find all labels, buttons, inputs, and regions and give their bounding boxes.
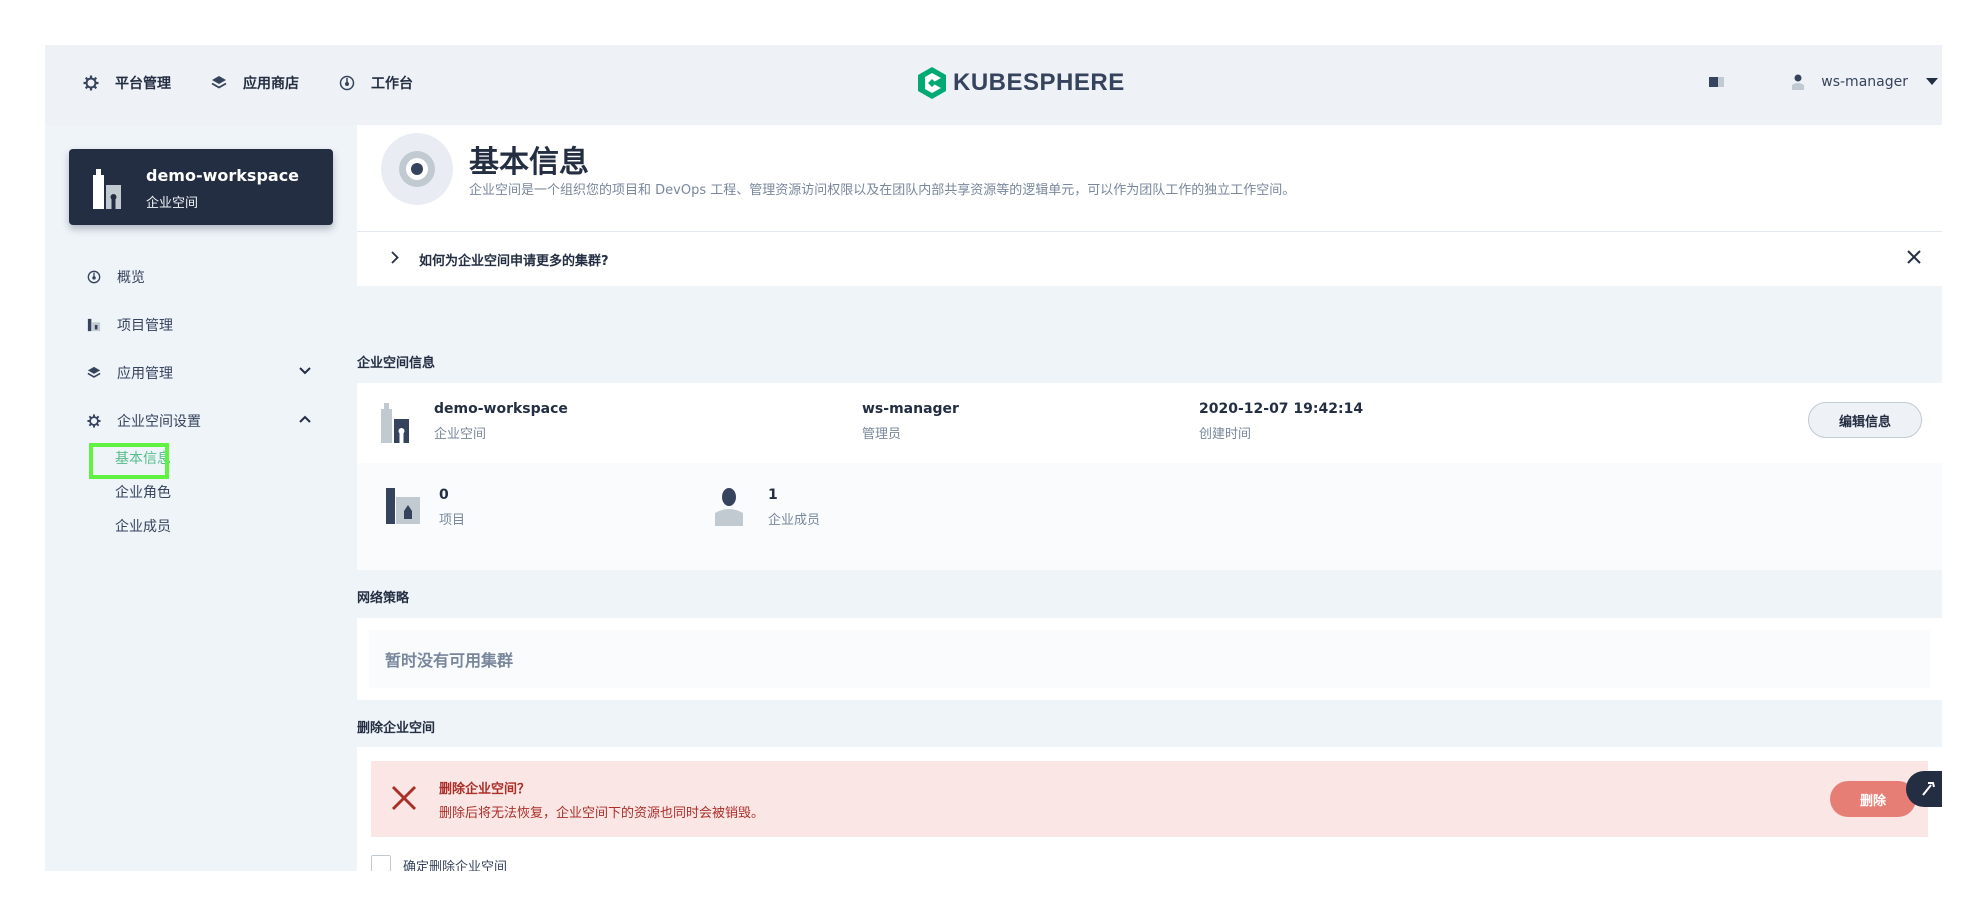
toolbox-button[interactable] [1906,771,1942,807]
created-cell: 2020-12-07 19:42:14 创建时间 [1199,401,1363,442]
settings-disc-icon [399,151,435,187]
caret-down-icon[interactable] [1926,78,1938,86]
tip-text: 如何为企业空间申请更多的集群? [419,254,609,269]
stat-members: 1 企业成员 [714,487,820,528]
sidebar-item-label: 应用管理 [117,366,173,382]
hammer-icon [1922,782,1935,796]
top-nav: 平台管理 应用商店 工作台 [83,73,453,93]
delete-button[interactable]: 删除 [1830,781,1916,817]
subitem-workspace-members[interactable]: 企业成员 [115,509,333,543]
stat-members-label: 企业成员 [768,513,821,528]
kubesphere-logo-icon [918,67,946,99]
network-policy-card: 暂时没有可用集群 [357,618,1942,700]
logo-text: KUBESPHERE [953,69,1125,96]
sidebar-item-overview[interactable]: 概览 [69,253,333,301]
subitem-workspace-roles[interactable]: 企业角色 [115,475,333,509]
info-created-time: 2020-12-07 19:42:14 [1199,401,1364,417]
workspace-name-cell: demo-workspace 企业空间 [434,401,568,442]
stat-projects: 0 项目 [385,487,465,528]
stat-projects-value: 0 [439,487,449,503]
nav-platform-management-label: 平台管理 [115,76,171,92]
delete-alert: 删除企业空间？ 删除后将无法恢复，企业空间下的资源也同时会被销毁。 删除 [371,761,1928,837]
page-header-icon-wrap [381,133,453,205]
delete-workspace-card: 删除企业空间？ 删除后将无法恢复，企业空间下的资源也同时会被销毁。 删除 确定删… [357,747,1942,871]
workspace-name: demo-workspace [146,166,300,185]
notification-icon[interactable] [1709,75,1725,89]
page-title: 基本信息 [469,145,589,180]
chevron-right-icon [391,251,399,264]
sidebar-nav: 概览 项目管理 应用管理 企业空间设置 基本信息 企业角色 企业成员 [69,253,333,543]
delete-alert-description: 删除后将无法恢复，企业空间下的资源也同时会被销毁。 [439,806,765,821]
info-manager-label: 管理员 [862,427,902,442]
sidebar-item-label: 项目管理 [117,318,173,334]
info-workspace-name: demo-workspace [434,401,568,417]
app-frame: 平台管理 应用商店 工作台 KUBESPHERE ws-manager demo… [45,45,1942,871]
user-name[interactable]: ws-manager [1821,74,1908,90]
network-section-heading: 网络策略 [357,591,410,606]
workspace-info-row: demo-workspace 企业空间 ws-manager 管理员 2020-… [357,383,1942,463]
delete-section-heading: 删除企业空间 [357,721,436,736]
info-section-heading: 企业空间信息 [357,356,436,371]
delete-alert-title: 删除企业空间？ [439,782,531,797]
gear-icon [83,75,99,91]
stat-members-value: 1 [768,487,778,503]
confirm-delete-label: 确定删除企业空间 [403,859,508,872]
highlight-box [89,443,169,479]
sidebar: demo-workspace 企业空间 概览 项目管理 应用管理 企业空间设置 [69,149,333,543]
info-manager: ws-manager [862,401,959,417]
error-x-icon [391,785,417,811]
workspace-info-card: demo-workspace 企业空间 ws-manager 管理员 2020-… [357,383,1942,570]
workspace-card[interactable]: demo-workspace 企业空间 [69,149,333,225]
edit-info-button[interactable]: 编辑信息 [1808,402,1922,438]
info-workspace-name-label: 企业空间 [434,427,487,442]
layers-icon [87,366,101,378]
project-icon [87,318,101,332]
top-right-tools: ws-manager [1709,73,1942,91]
confirm-delete-checkbox[interactable] [371,855,391,871]
workspace-icon [381,403,409,443]
manager-cell: ws-manager 管理员 [862,401,959,442]
network-empty-text: 暂时没有可用集群 [369,630,1930,688]
sidebar-item-projects[interactable]: 项目管理 [69,301,333,349]
member-icon [715,488,743,526]
layers-icon [211,76,227,89]
page-description: 企业空间是一个组织您的项目和 DevOps 工程、管理资源访问权限以及在团队内部… [469,183,1296,198]
close-icon[interactable] [1906,249,1922,265]
sidebar-item-workspace-settings[interactable]: 企业空间设置 [69,397,333,445]
nav-workbench[interactable]: 工作台 [339,73,413,93]
sidebar-item-label: 企业空间设置 [117,414,201,430]
sidebar-item-label: 概览 [117,270,145,286]
workspace-type: 企业空间 [146,196,199,211]
nav-app-store[interactable]: 应用商店 [211,73,299,93]
workspace-icon [93,169,121,209]
nav-workbench-label: 工作台 [371,76,413,92]
confirm-delete[interactable]: 确定删除企业空间 [371,855,507,871]
dashboard-icon [339,75,355,91]
user-icon [1792,74,1805,90]
top-bar: 平台管理 应用商店 工作台 KUBESPHERE ws-manager [45,45,1942,125]
info-created-label: 创建时间 [1199,427,1252,442]
nav-platform-management[interactable]: 平台管理 [83,73,171,93]
stat-projects-label: 项目 [439,513,466,528]
kubesphere-logo[interactable]: KUBESPHERE [917,67,1125,99]
chevron-down-icon[interactable] [299,367,311,375]
nav-app-store-label: 应用商店 [243,76,299,92]
dashboard-icon [87,270,101,284]
tip-bar[interactable]: 如何为企业空间申请更多的集群? [357,231,1942,286]
gear-icon [87,414,101,428]
sidebar-item-app-management[interactable]: 应用管理 [69,349,333,397]
workspace-stats-row: 0 项目 1 企业成员 [357,463,1942,570]
chevron-up-icon[interactable] [299,415,311,423]
project-icon [386,488,420,524]
